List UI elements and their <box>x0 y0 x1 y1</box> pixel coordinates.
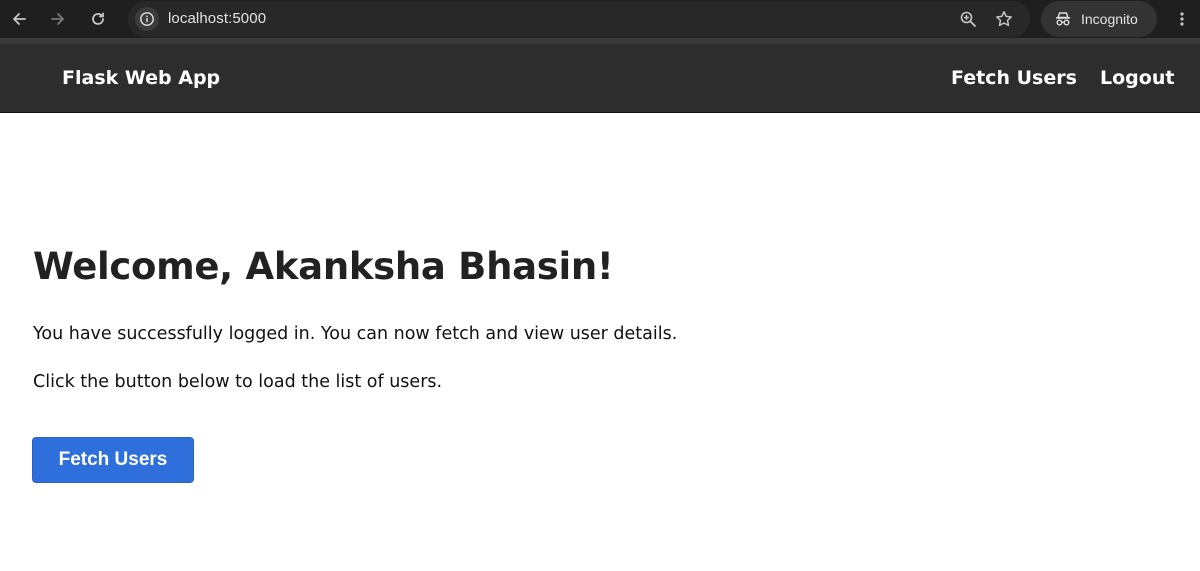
url-text[interactable]: localhost:5000 <box>168 10 266 27</box>
incognito-label: Incognito <box>1081 11 1138 27</box>
app-navbar: Flask Web App Fetch Users Logout <box>0 44 1200 113</box>
site-info-button[interactable] <box>135 7 159 31</box>
login-success-text: You have successfully logged in. You can… <box>33 324 678 344</box>
more-menu-icon <box>1180 12 1184 26</box>
instruction-text: Click the button below to load the list … <box>33 372 443 392</box>
reload-button[interactable] <box>82 3 114 35</box>
main-content: Welcome, Akanksha Bhasin! You have succe… <box>0 113 1200 571</box>
fetch-users-button[interactable]: Fetch Users <box>32 437 194 483</box>
forward-button[interactable] <box>42 3 74 35</box>
address-bar[interactable]: localhost:5000 <box>128 1 1030 37</box>
bookmark-star-icon <box>996 11 1012 27</box>
incognito-icon <box>1056 12 1070 26</box>
zoom-icon <box>960 11 976 27</box>
incognito-indicator[interactable]: Incognito <box>1041 1 1157 37</box>
nav-link-fetch-users[interactable]: Fetch Users <box>951 67 1077 89</box>
forward-icon <box>51 13 64 25</box>
back-button[interactable] <box>3 3 35 35</box>
nav-link-logout[interactable]: Logout <box>1100 67 1174 89</box>
zoom-button[interactable] <box>958 9 978 29</box>
browser-toolbar: localhost:5000 Incognito <box>0 0 1200 38</box>
bookmark-button[interactable] <box>994 9 1014 29</box>
reload-icon <box>92 12 104 25</box>
brand-link[interactable]: Flask Web App <box>62 67 220 89</box>
more-menu-button[interactable] <box>1172 9 1192 29</box>
site-info-icon <box>140 12 154 26</box>
back-icon <box>13 13 26 25</box>
welcome-heading: Welcome, Akanksha Bhasin! <box>33 245 614 288</box>
